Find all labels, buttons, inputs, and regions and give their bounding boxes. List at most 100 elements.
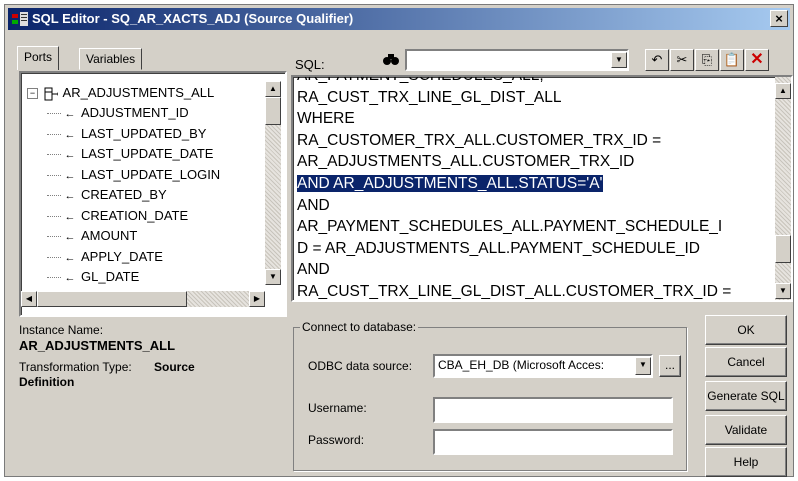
- delete-icon[interactable]: ✕: [745, 49, 769, 71]
- sql-line-text: RA_CUST_TRX_LINE_GL_DIST_ALL: [297, 88, 562, 106]
- sql-line: AR_PAYMENT_SCHEDULES_ALL.PAYMENT_SCHEDUL…: [297, 216, 722, 238]
- username-input[interactable]: [433, 397, 673, 423]
- sql-line-text: AR_PAYMENT_SCHEDULES_ALL,: [297, 75, 544, 84]
- tree-root[interactable]: − AR_ADJUSTMENTS_ALL: [27, 83, 215, 103]
- odbc-select-value: CBA_EH_DB (Microsoft Acces:: [438, 358, 605, 372]
- title-bar[interactable]: SQL Editor - SQ_AR_XACTS_ADJ (Source Qua…: [8, 8, 790, 30]
- find-combo[interactable]: ▼: [405, 49, 629, 71]
- window-title: SQL Editor - SQ_AR_XACTS_ADJ (Source Qua…: [32, 11, 354, 26]
- app-icon: [12, 12, 28, 26]
- sql-line: D = AR_ADJUSTMENTS_ALL.PAYMENT_SCHEDULE_…: [297, 238, 700, 260]
- odbc-label: ODBC data source:: [308, 359, 413, 373]
- tree-connector: [47, 236, 61, 238]
- tree-scroll-thumb[interactable]: [265, 97, 281, 125]
- tab-ports[interactable]: Ports: [17, 46, 60, 70]
- tree-item-label: AMOUNT: [81, 228, 138, 243]
- odbc-dropdown-icon[interactable]: ▼: [635, 357, 651, 375]
- source-table-icon: [44, 87, 58, 101]
- instance-name-value: AR_ADJUSTMENTS_ALL: [19, 338, 176, 353]
- password-label: Password:: [308, 433, 365, 447]
- validate-button[interactable]: Validate: [705, 415, 787, 445]
- sql-line: AND: [297, 195, 330, 217]
- tree-item-port[interactable]: ← AMOUNT: [47, 226, 137, 246]
- tab-variables[interactable]: Variables: [79, 48, 143, 70]
- tree-item-port[interactable]: ← GL_DATE: [47, 267, 139, 287]
- tree-scroll-up-icon[interactable]: ▲: [265, 81, 281, 97]
- tree-root-label: AR_ADJUSTMENTS_ALL: [62, 85, 215, 100]
- tree-item-port[interactable]: ← APPLY_DATE: [47, 247, 163, 267]
- find-icon[interactable]: [379, 49, 403, 71]
- odbc-select[interactable]: CBA_EH_DB (Microsoft Acces: ▼: [433, 354, 653, 378]
- tree-item-label: LAST_UPDATED_BY: [81, 125, 207, 141]
- sql-line-text: RA_CUST_TRX_LINE_GL_DIST_ALL.CUSTOMER_TR…: [297, 283, 732, 300]
- cancel-button[interactable]: Cancel: [705, 347, 787, 377]
- browse-button[interactable]: ...: [659, 355, 681, 377]
- tree-item-label: GL_DATE: [81, 269, 140, 284]
- tree-item-port[interactable]: ← ADJUSTMENT_ID: [47, 103, 189, 123]
- cut-icon[interactable]: ✂: [670, 49, 694, 71]
- tree-item-label: LAST_UPDATE_LOGIN: [81, 166, 221, 182]
- tree-item-port[interactable]: ← LAST_UPDATE_DATE: [47, 144, 213, 164]
- tree-scroll-right-icon[interactable]: ▶: [249, 291, 265, 307]
- ports-tree[interactable]: − AR_ADJUSTMENTS_ALL ← ADJUSTMENT_ID ← LAST…: [19, 71, 287, 317]
- sql-vscrollbar[interactable]: [775, 77, 791, 300]
- sql-scroll-up-icon[interactable]: ▲: [775, 83, 791, 99]
- sql-scroll-down-icon[interactable]: ▼: [775, 283, 791, 299]
- port-arrow-icon: ←: [64, 251, 76, 264]
- help-button[interactable]: Help: [705, 447, 787, 477]
- tree-connector: [47, 215, 61, 217]
- tree-scroll-left-icon[interactable]: ◀: [21, 291, 37, 307]
- tree-connector: [47, 133, 61, 135]
- tree-item-label: CREATED_BY: [81, 187, 167, 202]
- sql-label: SQL:: [295, 57, 325, 72]
- sql-line-text: AR_ADJUSTMENTS_ALL.CUSTOMER_TRX_ID: [297, 153, 635, 171]
- copy-icon[interactable]: ⎘: [695, 49, 719, 71]
- sql-editor-window: SQL Editor - SQ_AR_XACTS_ADJ (Source Qua…: [4, 4, 794, 477]
- generate-sql-button[interactable]: Generate SQL: [705, 381, 787, 411]
- port-arrow-icon: ←: [64, 169, 76, 182]
- port-arrow-icon: ←: [64, 210, 76, 223]
- tree-connector: [47, 195, 61, 197]
- sql-line: RA_CUST_TRX_LINE_GL_DIST_ALL: [297, 87, 561, 109]
- tree-item-port[interactable]: ← CREATED_BY: [47, 185, 167, 205]
- sql-line: RA_CUSTOMER_TRX_ALL.CUSTOMER_TRX_ID =: [297, 130, 661, 152]
- find-dropdown-icon[interactable]: ▼: [611, 52, 627, 68]
- tree-item-label: CREATION_DATE: [81, 207, 189, 223]
- undo-icon[interactable]: ↶: [645, 49, 669, 71]
- port-arrow-icon: ←: [64, 231, 76, 243]
- sql-line-text: WHERE: [297, 110, 355, 128]
- transformation-type-label: Transformation Type:: [19, 360, 132, 374]
- username-label: Username:: [308, 401, 367, 415]
- tree-item-port[interactable]: ← CREATION_DATE: [47, 206, 188, 226]
- port-arrow-icon: ←: [64, 108, 76, 120]
- tree-connector: [47, 113, 61, 115]
- collapse-icon[interactable]: −: [27, 88, 38, 100]
- tree-connector: [47, 174, 61, 176]
- sql-line-text: D = AR_ADJUSTMENTS_ALL.PAYMENT_SCHEDULE_…: [297, 239, 700, 257]
- tree-connector: [47, 277, 61, 279]
- tree-item-port[interactable]: ← LAST_UPDATE_LOGIN: [47, 165, 220, 185]
- tree-connector: [47, 256, 61, 258]
- paste-icon[interactable]: 📋: [720, 49, 744, 71]
- sql-line-text: AND: [297, 261, 330, 279]
- sql-line: RA_CUST_TRX_LINE_GL_DIST_ALL.CUSTOMER_TR…: [297, 281, 732, 300]
- sql-editor[interactable]: AR_PAYMENT_SCHEDULES_ALL, RA_CUST_TRX_LIN…: [291, 75, 793, 302]
- tree-item-label: LAST_UPDATE_DATE: [81, 146, 214, 161]
- port-arrow-icon: ←: [64, 272, 76, 284]
- port-arrow-icon: ←: [64, 190, 76, 202]
- password-input[interactable]: [433, 429, 673, 455]
- tree-item-port[interactable]: ← LAST_UPDATED_BY: [47, 124, 206, 144]
- ok-button[interactable]: OK: [705, 315, 787, 345]
- tree-connector: [47, 154, 61, 156]
- sql-line-text: AR_PAYMENT_SCHEDULES_ALL.PAYMENT_SCHEDUL…: [297, 218, 723, 236]
- sql-line: AND: [297, 259, 330, 281]
- tree-hscroll-thumb[interactable]: [37, 291, 187, 307]
- port-arrow-icon: ←: [64, 128, 76, 141]
- sql-scroll-thumb[interactable]: [775, 235, 791, 263]
- sql-line: AR_ADJUSTMENTS_ALL.CUSTOMER_TRX_ID: [297, 151, 634, 173]
- close-button[interactable]: ×: [770, 10, 788, 27]
- tree-scroll-down-icon[interactable]: ▼: [265, 269, 281, 285]
- sql-line-text: AND: [297, 196, 330, 214]
- sql-line: WHERE: [297, 108, 355, 130]
- tree-item-label: ADJUSTMENT_ID: [81, 105, 189, 120]
